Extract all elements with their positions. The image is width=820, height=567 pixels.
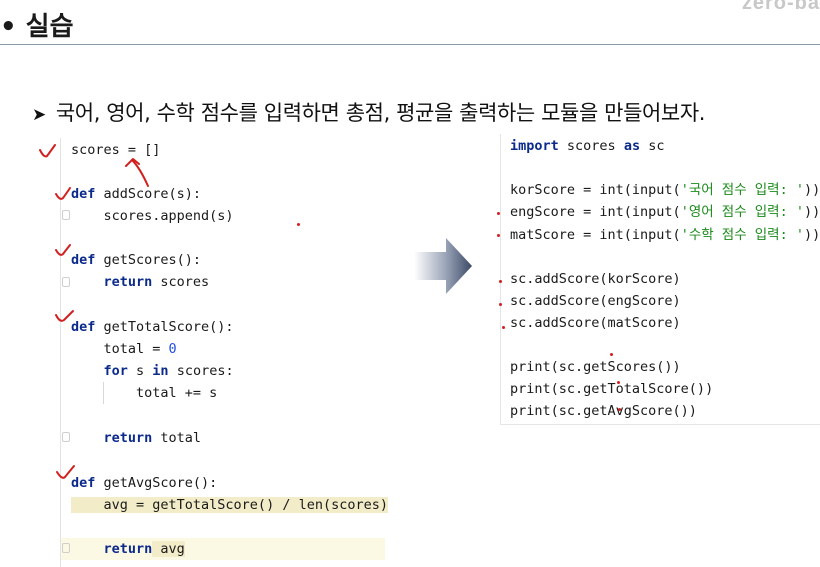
keyword: as [623,138,641,154]
annotation-dot [499,280,502,283]
code-line[interactable]: engScore = int(input('영어 점수 입력: ')) [510,201,820,223]
code-line[interactable]: total += s [71,382,217,404]
keyword: return [71,430,153,446]
keyword: return [71,541,153,557]
code-text: sc.addScore(matScore) [510,315,681,331]
code-text: getAvgScore(): [95,475,218,491]
code-text: matScore = int(input( [510,227,681,243]
code-line[interactable]: return scores [71,271,210,293]
code-text: sc.addScore(korScore) [510,271,681,287]
code-line[interactable]: for s in scores: [71,360,234,382]
annotation-dot [497,234,500,237]
code-line[interactable]: print(sc.getScores()) [510,356,681,378]
code-text: )) [803,182,820,198]
code-line[interactable]: print(sc.getTotalScore()) [510,378,713,400]
code-line[interactable]: print(sc.getAvgScore()) [510,400,697,422]
module-code-editor[interactable]: scores = [] def addScore(s): scores.appe… [60,138,388,567]
annotation-dot [610,353,613,356]
string-literal: '국어 점수 입력: ' [680,182,804,198]
code-text: scores [152,274,210,290]
string-literal: '수학 점수 입력: ' [680,227,804,243]
code-text: scores [558,138,624,154]
annotation-dot [297,223,300,226]
indent-guide [103,382,104,404]
code-text: addScore(s): [95,186,202,202]
code-text: print(sc.getAvgScore()) [510,403,697,419]
string-literal: '영어 점수 입력: ' [680,204,804,220]
task-text: 국어, 영어, 수학 점수를 입력하면 총점, 평균을 출력하는 모듈을 만들어… [55,101,706,125]
checkmark-icon [39,144,56,158]
code-text: scores: [168,363,234,379]
keyword: import [510,138,559,154]
code-text: total [152,430,202,446]
fold-marker-icon[interactable] [62,543,70,553]
keyword: in [152,363,169,379]
code-text: print(sc.getScores()) [510,359,681,375]
code-line[interactable]: scores.append(s) [71,205,234,227]
annotation-dot [618,408,621,411]
keyword: def [71,319,96,335]
code-line[interactable]: korScore = int(input('국어 점수 입력: ')) [510,179,820,201]
code-line[interactable]: total = 0 [71,338,177,360]
fold-marker-icon[interactable] [62,432,70,442]
code-text: total = [71,341,169,357]
code-line[interactable]: return total [71,427,202,449]
fold-marker-icon[interactable] [62,277,70,287]
code-line[interactable]: sc.addScore(engScore) [510,290,681,312]
header-divider [0,44,820,45]
code-line[interactable]: avg = getTotalScore() / len(scores) [71,494,388,516]
keyword: def [71,475,96,491]
code-text: sc [640,138,665,154]
code-line[interactable]: def getTotalScore(): [71,316,234,338]
code-line[interactable]: sc.addScore(matScore) [510,312,681,334]
keyword: for [71,363,128,379]
code-line[interactable]: def addScore(s): [71,183,201,205]
code-text: )) [803,227,820,243]
code-text: print(sc.getTotalScore()) [510,381,714,397]
keyword: return [71,274,153,290]
code-line[interactable]: return avg [71,538,185,560]
annotation-dot [502,326,505,329]
annotation-dot [617,381,620,384]
annotation-dot [497,212,500,215]
code-line[interactable]: def getScores(): [71,249,201,271]
keyword: def [71,186,96,202]
number-literal: 0 [168,341,177,357]
code-text: scores = [] [71,142,161,158]
code-text: total += s [71,385,218,401]
code-text: scores.append(s) [71,208,234,224]
fold-marker-icon[interactable] [62,210,70,220]
code-text: getTotalScore(): [95,319,234,335]
main-code-editor[interactable]: import scores as sc korScore = int(input… [500,134,820,425]
code-line[interactable]: import scores as sc [510,135,664,157]
keyword: def [71,252,96,268]
code-text: getScores(): [95,252,202,268]
arrow-bullet-icon: ➤ [32,105,46,125]
task-description: ➤ 국어, 영어, 수학 점수를 입력하면 총점, 평균을 출력하는 모듈을 만들… [32,97,705,127]
code-text: avg = getTotalScore() / len(scores) [71,497,388,513]
annotation-dot [499,303,502,306]
code-line[interactable]: def getAvgScore(): [71,472,217,494]
code-line[interactable]: scores = [] [71,139,160,161]
code-text: engScore = int(input( [510,204,681,220]
code-text: s [127,363,153,379]
slide-title: • 실습 [0,12,74,42]
slide-header: • 실습 zero-ba [0,0,820,46]
code-text: )) [803,204,820,220]
brand-logo-text: zero-ba [741,0,820,14]
code-text: sc.addScore(engScore) [510,293,681,309]
code-line[interactable]: sc.addScore(korScore) [510,268,681,290]
code-text: korScore = int(input( [510,182,681,198]
flow-arrow-icon [414,238,472,294]
code-line[interactable]: matScore = int(input('수학 점수 입력: ')) [510,224,820,246]
code-text: avg [152,541,185,557]
